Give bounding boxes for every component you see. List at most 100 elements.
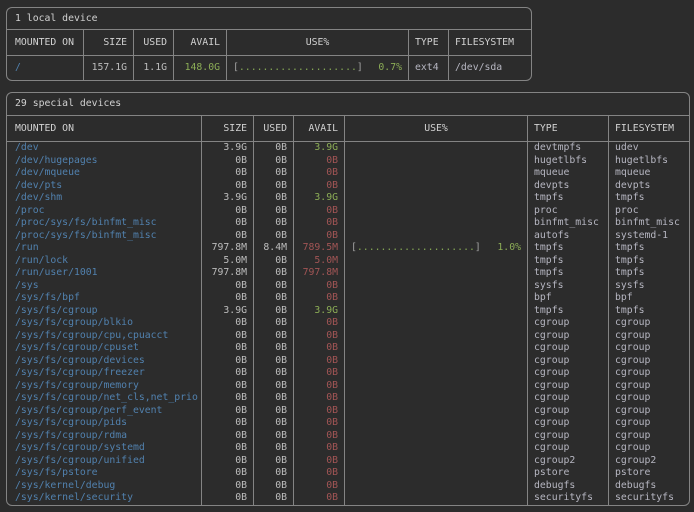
cell-size: 0B: [201, 230, 253, 243]
cell-use-percent: [344, 430, 527, 443]
cell-avail: 0B: [293, 330, 344, 343]
table-row: /sys/kernel/security0B0B0Bsecurityfssecu…: [7, 492, 689, 505]
col-header-mounted-on: MOUNTED ON: [7, 30, 83, 55]
cell-filesystem: tmpfs: [608, 305, 689, 318]
cell-use-percent: [344, 142, 527, 155]
cell-type: hugetlbfs: [527, 155, 608, 168]
cell-avail: 0B: [293, 405, 344, 418]
cell-mounted-on: /sys/kernel/security: [7, 492, 201, 505]
local-table-title: 1 local device: [7, 8, 531, 30]
cell-type: autofs: [527, 230, 608, 243]
table-row: /run797.8M8.4M789.5M[...................…: [7, 242, 689, 255]
cell-type: cgroup: [527, 355, 608, 368]
cell-mounted-on: /dev: [7, 142, 201, 155]
cell-used: 0B: [253, 330, 293, 343]
table-row: /sys/fs/cgroup/unified0B0B0Bcgroup2cgrou…: [7, 455, 689, 468]
cell-used: 0B: [253, 230, 293, 243]
table-row: /sys/fs/cgroup/memory0B0B0Bcgroupcgroup: [7, 380, 689, 393]
cell-avail: 0B: [293, 480, 344, 493]
cell-type: proc: [527, 205, 608, 218]
cell-filesystem: tmpfs: [608, 267, 689, 280]
cell-use-percent: [344, 280, 527, 293]
table-row: /sys/fs/cgroup/net_cls,net_prio0B0B0Bcgr…: [7, 392, 689, 405]
table-row: /sys/fs/cgroup/systemd0B0B0Bcgroupcgroup: [7, 442, 689, 455]
table-row: /sys/fs/cgroup/perf_event0B0B0Bcgroupcgr…: [7, 405, 689, 418]
table-row: /sys/fs/cgroup/freezer0B0B0Bcgroupcgroup: [7, 367, 689, 380]
cell-mounted-on: /sys/fs/cgroup/systemd: [7, 442, 201, 455]
col-header-type: TYPE: [527, 116, 608, 141]
cell-avail: 0B: [293, 230, 344, 243]
table-row: /dev/mqueue0B0B0Bmqueuemqueue: [7, 167, 689, 180]
cell-use-percent: [....................] 0.7%: [226, 56, 408, 80]
cell-filesystem: proc: [608, 205, 689, 218]
cell-mounted-on: /sys/fs/cgroup/perf_event: [7, 405, 201, 418]
cell-size: 0B: [201, 480, 253, 493]
cell-avail: 0B: [293, 205, 344, 218]
cell-type: mqueue: [527, 167, 608, 180]
cell-used: 0B: [253, 380, 293, 393]
cell-type: securityfs: [527, 492, 608, 505]
cell-avail: 3.9G: [293, 192, 344, 205]
cell-used: 0B: [253, 255, 293, 268]
col-header-filesystem: FILESYSTEM: [608, 116, 689, 141]
cell-used: 0B: [253, 467, 293, 480]
cell-mounted-on: /proc/sys/fs/binfmt_misc: [7, 230, 201, 243]
cell-filesystem: /dev/sda: [448, 56, 531, 80]
table-row: /run/user/1001797.8M0B797.8Mtmpfstmpfs: [7, 267, 689, 280]
usage-percent: 0.7%: [378, 56, 402, 80]
cell-use-percent: [344, 255, 527, 268]
cell-used: 0B: [253, 180, 293, 193]
cell-mounted-on: /sys/fs/cgroup/rdma: [7, 430, 201, 443]
col-header-used: USED: [133, 30, 173, 55]
cell-avail: 148.0G: [173, 56, 226, 80]
cell-type: cgroup: [527, 367, 608, 380]
cell-use-percent: [344, 217, 527, 230]
cell-filesystem: hugetlbfs: [608, 155, 689, 168]
cell-used: 0B: [253, 342, 293, 355]
cell-use-percent: [344, 405, 527, 418]
cell-use-percent: [344, 155, 527, 168]
col-header-mounted-on: MOUNTED ON: [7, 116, 201, 141]
cell-type: cgroup: [527, 442, 608, 455]
cell-size: 0B: [201, 492, 253, 505]
cell-mounted-on: /sys/fs/cgroup/net_cls,net_prio: [7, 392, 201, 405]
col-header-size: SIZE: [83, 30, 133, 55]
cell-avail: 0B: [293, 417, 344, 430]
cell-use-percent: [344, 455, 527, 468]
cell-size: 0B: [201, 155, 253, 168]
cell-filesystem: cgroup: [608, 342, 689, 355]
cell-type: cgroup: [527, 317, 608, 330]
cell-used: 0B: [253, 217, 293, 230]
cell-mounted-on: /sys/kernel/debug: [7, 480, 201, 493]
cell-type: tmpfs: [527, 267, 608, 280]
cell-size: 797.8M: [201, 242, 253, 255]
cell-size: 0B: [201, 467, 253, 480]
usage-bar: [....................]: [233, 56, 363, 80]
cell-mounted-on: /sys/fs/cgroup/devices: [7, 355, 201, 368]
cell-mounted-on: /sys/fs/cgroup/pids: [7, 417, 201, 430]
cell-used: 0B: [253, 205, 293, 218]
cell-filesystem: debugfs: [608, 480, 689, 493]
cell-avail: 0B: [293, 430, 344, 443]
cell-type: cgroup: [527, 380, 608, 393]
cell-mounted-on: /sys/fs/pstore: [7, 467, 201, 480]
cell-size: 0B: [201, 417, 253, 430]
table-row: /sys0B0B0Bsysfssysfs: [7, 280, 689, 293]
cell-used: 0B: [253, 367, 293, 380]
cell-used: 0B: [253, 292, 293, 305]
cell-use-percent: [344, 305, 527, 318]
cell-used: 0B: [253, 305, 293, 318]
col-header-avail: AVAIL: [173, 30, 226, 55]
table-row: /sys/fs/cgroup/devices0B0B0Bcgroupcgroup: [7, 355, 689, 368]
cell-size: 3.9G: [201, 142, 253, 155]
cell-used: 0B: [253, 155, 293, 168]
cell-avail: 3.9G: [293, 142, 344, 155]
usage-percent: 1.0%: [497, 242, 521, 255]
table-row: /sys/fs/cgroup/cpu,cpuacct0B0B0Bcgroupcg…: [7, 330, 689, 343]
cell-filesystem: cgroup: [608, 417, 689, 430]
cell-mounted-on: /sys/fs/cgroup: [7, 305, 201, 318]
cell-type: pstore: [527, 467, 608, 480]
col-header-size: SIZE: [201, 116, 253, 141]
table-row: /proc0B0B0Bprocproc: [7, 205, 689, 218]
table-row: /sys/fs/bpf0B0B0Bbpfbpf: [7, 292, 689, 305]
